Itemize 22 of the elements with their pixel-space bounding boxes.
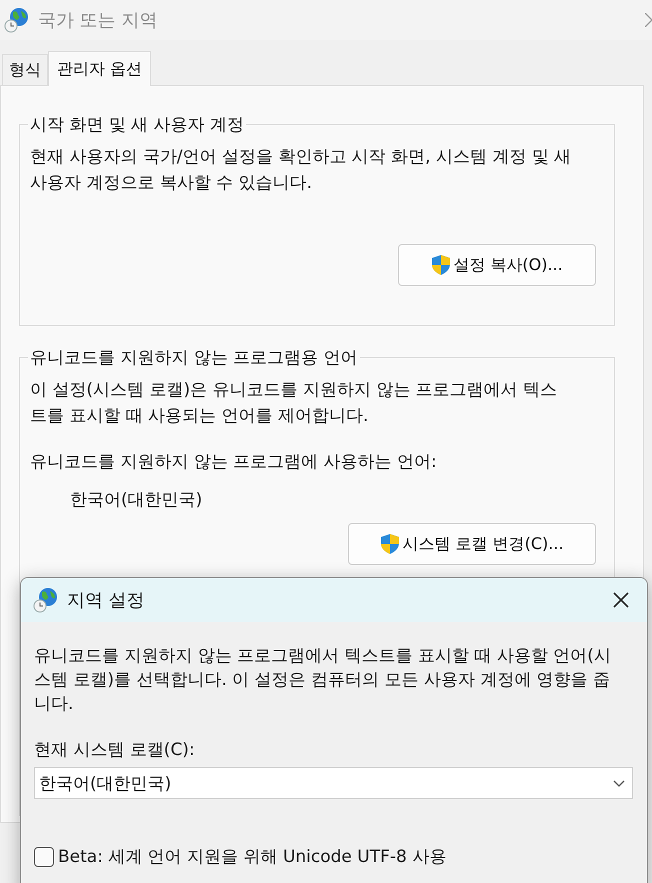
chevron-down-icon — [612, 778, 626, 788]
field-label: 현재 시스템 로캘(C): — [34, 739, 196, 762]
globe-clock-icon — [33, 587, 59, 613]
description-text: 이 설정(시스템 로캘)은 유니코드를 지원하지 않는 프로그램에서 텍스트를 표시할 때 사용되는 언어를 제어합니다. — [30, 379, 558, 428]
description-text: 유니코드를 지원하지 않는 프로그램에 사용하는 언어: — [30, 451, 438, 474]
utf8-checkbox[interactable]: Beta: 세계 언어 지원을 위해 Unicode UTF-8 사용 — [34, 845, 446, 868]
admin-button[interactable]: 시스템 로캘 변경(C)... — [348, 523, 596, 565]
shield-icon — [431, 254, 452, 276]
globe-clock-icon — [4, 7, 30, 33]
group-title: 시작 화면 및 새 사용자 계정 — [29, 114, 246, 136]
admin-button[interactable]: 설정 복사(O)... — [398, 244, 596, 286]
window-title: 국가 또는 지역 — [38, 9, 158, 32]
dialog-title: 지역 설정 — [67, 589, 145, 612]
checkbox[interactable] — [34, 846, 54, 866]
tab[interactable]: 형식 — [2, 54, 48, 85]
description-text: 유니코드를 지원하지 않는 프로그램에서 텍스트를 표시할 때 사용할 언어(시스템 로캘)를 선택합니다. 이 설정은 컴퓨터의 모든 사용자 계정에 영향을 줍니다. — [34, 645, 612, 716]
group-title: 유니코드를 지원하지 않는 프로그램용 언어 — [29, 347, 359, 369]
shield-icon — [380, 533, 400, 555]
current-language: 한국어(대한민국) — [70, 489, 204, 512]
locale-dropdown[interactable]: 한국어(대한민국) — [34, 767, 633, 799]
description-text: 현재 사용자의 국가/언어 설정을 확인하고 시작 화면, 시스템 계정 및 새 사용자 계정으로 복사할 수 있습니다. — [30, 146, 572, 195]
tab[interactable]: 관리자 옵션 — [48, 51, 152, 86]
